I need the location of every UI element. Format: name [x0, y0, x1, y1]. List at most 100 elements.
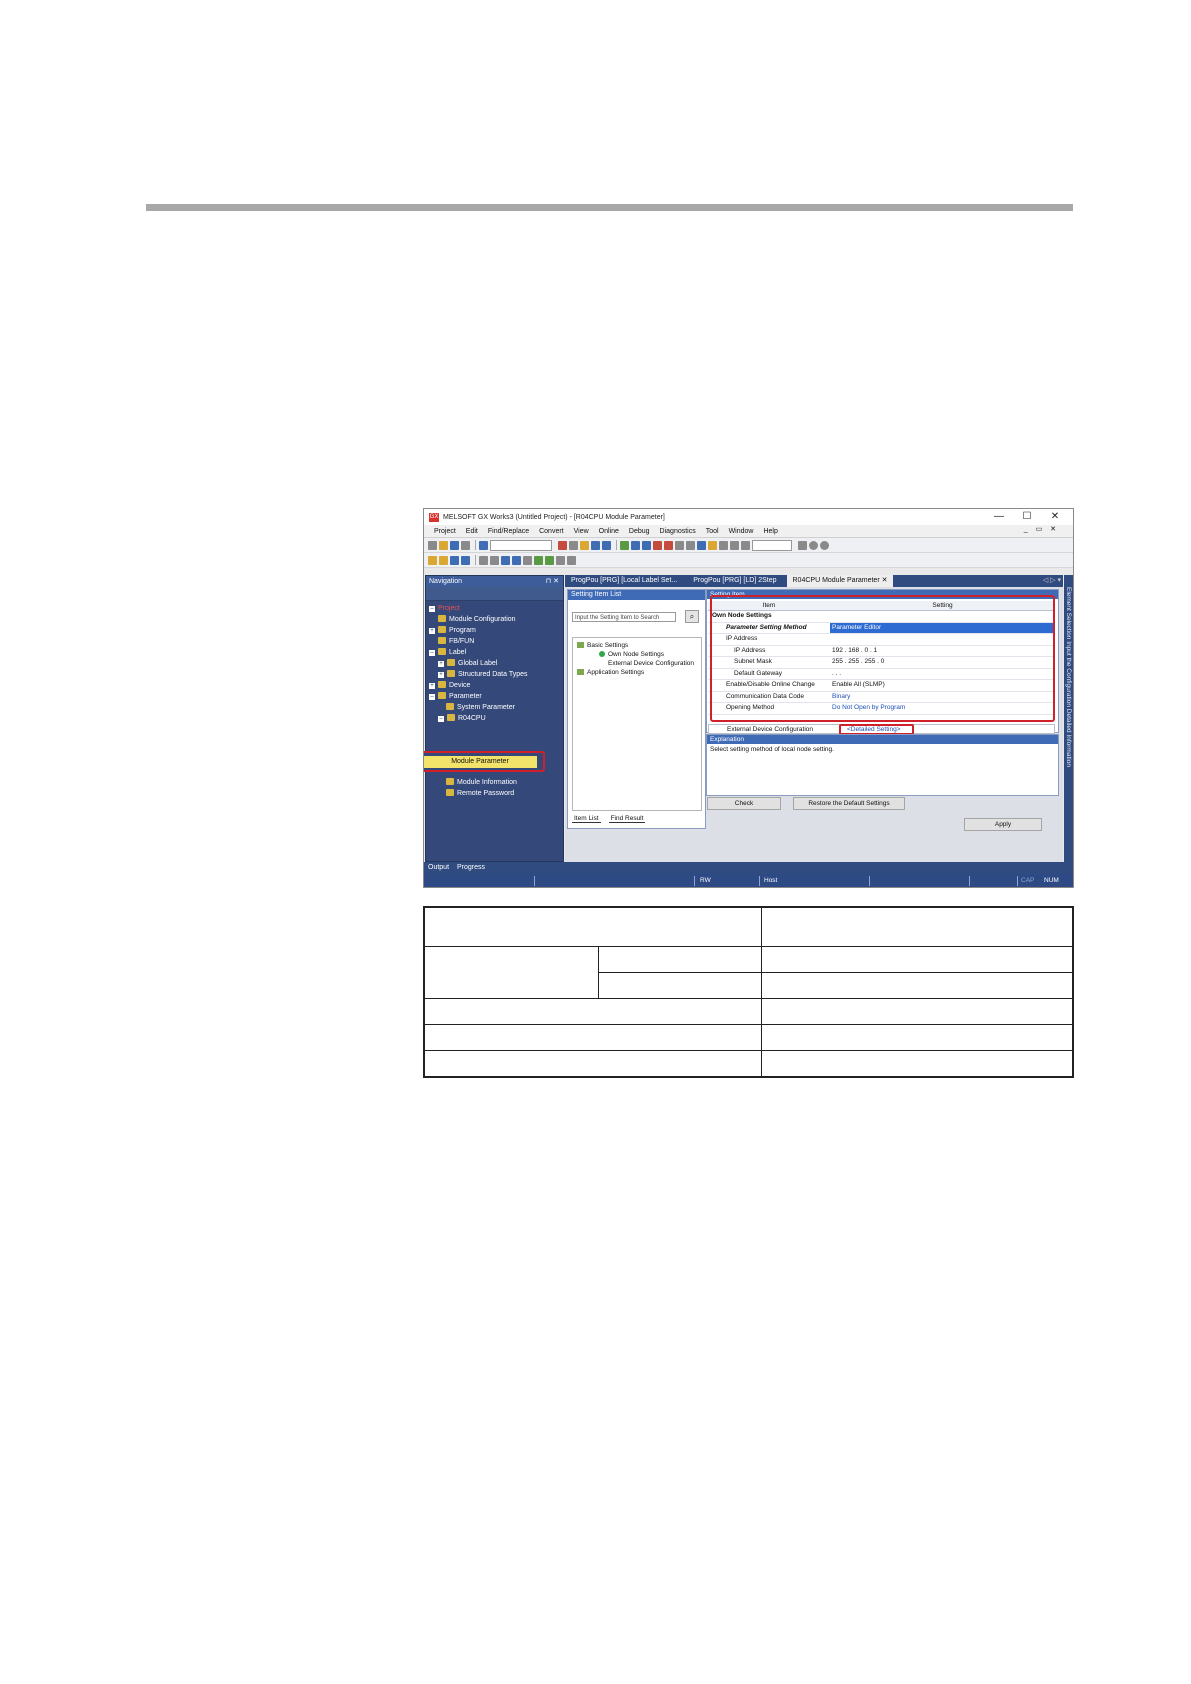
mdi-controls[interactable]: _ ▭ ✕: [1024, 525, 1059, 533]
collapse-icon[interactable]: –: [429, 650, 435, 656]
monitor-icon[interactable]: [653, 540, 662, 550]
undo-icon[interactable]: [591, 540, 600, 550]
convert-icon[interactable]: [620, 540, 629, 550]
open-icon[interactable]: [439, 540, 448, 550]
label-list-icon[interactable]: [512, 555, 521, 565]
nav-device[interactable]: + Device: [429, 680, 470, 691]
paste-icon[interactable]: [580, 540, 589, 550]
expand-icon[interactable]: +: [438, 661, 444, 667]
table-rule: [598, 946, 599, 998]
device-list-icon[interactable]: [501, 555, 510, 565]
zoom-out-icon[interactable]: [741, 540, 750, 550]
zoom-combo[interactable]: [752, 539, 792, 551]
progress-tab[interactable]: Progress: [457, 864, 485, 871]
nav-module-configuration[interactable]: Module Configuration: [438, 614, 516, 625]
menu-tool[interactable]: Tool: [706, 528, 719, 535]
cross-ref-icon[interactable]: [490, 555, 499, 565]
tab-local-label[interactable]: ProgPou [PRG] [Local Label Set...: [565, 575, 683, 587]
diag-icon[interactable]: [708, 540, 717, 550]
menu-window[interactable]: Window: [729, 528, 754, 535]
menu-diagnostics[interactable]: Diagnostics: [660, 528, 696, 535]
new-icon[interactable]: [428, 540, 437, 550]
nav-r04cpu[interactable]: – R04CPU: [438, 713, 486, 724]
menu-debug[interactable]: Debug: [629, 528, 650, 535]
tool-icon[interactable]: [556, 555, 565, 565]
toolbar-combo[interactable]: [490, 539, 552, 551]
external-device-row[interactable]: External Device Configuration <Detailed …: [708, 724, 1055, 735]
nav-fb-fun[interactable]: FB/FUN: [438, 636, 474, 647]
menu-find-replace[interactable]: Find/Replace: [488, 528, 529, 535]
save-icon[interactable]: [450, 540, 459, 550]
search-icon[interactable]: [719, 540, 728, 550]
find-icon[interactable]: [479, 555, 488, 565]
nav-module-information[interactable]: Module Information: [446, 777, 517, 788]
table-rule: [761, 908, 762, 1076]
module-config-icon[interactable]: [439, 555, 448, 565]
apply-button[interactable]: Apply: [964, 818, 1042, 831]
tab-progpou-ld[interactable]: ProgPou [PRG] [LD] 2Step: [687, 575, 782, 587]
window-split-icon[interactable]: [461, 555, 470, 565]
collapse-icon[interactable]: –: [438, 716, 444, 722]
layout-icon[interactable]: [798, 540, 807, 550]
binoculars-icon[interactable]: ⌕: [685, 610, 699, 623]
write-icon[interactable]: [642, 540, 651, 550]
verify-icon[interactable]: [534, 555, 543, 565]
nav-project-root[interactable]: – Project: [429, 603, 460, 614]
expand-icon[interactable]: +: [429, 683, 435, 689]
read-icon[interactable]: [631, 540, 640, 550]
rail-label[interactable]: Element Selection Input the Configuratio…: [1065, 587, 1072, 767]
nav-structured-data-types[interactable]: + Structured Data Types: [438, 669, 528, 680]
check-button[interactable]: Check: [707, 797, 781, 810]
copy-icon[interactable]: [569, 540, 578, 550]
output-tab[interactable]: Output: [428, 864, 449, 871]
tree-own-node-settings[interactable]: Own Node Settings: [599, 651, 664, 658]
nav-module-parameter[interactable]: Module Parameter: [424, 756, 537, 768]
tree-basic-settings[interactable]: Basic Settings: [577, 642, 628, 649]
monitor-stop-icon[interactable]: [664, 540, 673, 550]
check-ok-icon[interactable]: [809, 540, 818, 550]
option-icon[interactable]: [567, 555, 576, 565]
menu-view[interactable]: View: [574, 528, 589, 535]
settings-icon[interactable]: [545, 555, 554, 565]
expand-icon[interactable]: +: [429, 628, 435, 634]
menu-edit[interactable]: Edit: [466, 528, 478, 535]
tab-scroll-controls[interactable]: ◁ ▷ ▾: [1043, 575, 1061, 587]
menu-project[interactable]: Project: [434, 528, 456, 535]
menu-online[interactable]: Online: [599, 528, 619, 535]
collapse-icon[interactable]: –: [429, 694, 435, 700]
restore-default-button[interactable]: Restore the Default Settings: [793, 797, 905, 810]
nav-remote-password[interactable]: Remote Password: [446, 788, 514, 799]
minimize-button[interactable]: —: [985, 509, 1013, 525]
print-icon[interactable]: [461, 540, 470, 550]
window-layout-icon[interactable]: [450, 555, 459, 565]
menu-help[interactable]: Help: [763, 528, 777, 535]
collapse-icon[interactable]: –: [429, 606, 435, 612]
help-icon[interactable]: [479, 540, 488, 550]
nav-program[interactable]: + Program: [429, 625, 476, 636]
device-icon[interactable]: [675, 540, 684, 550]
project-tree-icon[interactable]: [428, 555, 437, 565]
close-button[interactable]: ✕: [1041, 509, 1069, 525]
expand-icon[interactable]: +: [438, 672, 444, 678]
search-input[interactable]: Input the Setting Item to Search: [572, 612, 676, 622]
buffer-icon[interactable]: [686, 540, 695, 550]
cut-icon[interactable]: [558, 540, 567, 550]
check-all-icon[interactable]: [820, 540, 829, 550]
zoom-in-icon[interactable]: [730, 540, 739, 550]
tab-item-list[interactable]: Item List: [572, 815, 601, 823]
output-bar: Output Progress: [424, 862, 1073, 874]
tree-external-device-configuration[interactable]: External Device Configuration: [608, 660, 694, 667]
tree-application-settings[interactable]: Application Settings: [577, 669, 644, 676]
nav-label[interactable]: – Label: [429, 647, 466, 658]
pane-pin-close[interactable]: ⊓ ✕: [546, 576, 559, 587]
redo-icon[interactable]: [602, 540, 611, 550]
batch-icon[interactable]: [523, 555, 532, 565]
tab-module-parameter[interactable]: R04CPU Module Parameter ✕: [786, 575, 894, 587]
nav-parameter[interactable]: – Parameter: [429, 691, 482, 702]
maximize-button[interactable]: ☐: [1013, 509, 1041, 525]
nav-global-label[interactable]: + Global Label: [438, 658, 497, 669]
menu-convert[interactable]: Convert: [539, 528, 564, 535]
tab-find-result[interactable]: Find Result: [608, 815, 646, 823]
simulate-icon[interactable]: [697, 540, 706, 550]
nav-system-parameter[interactable]: System Parameter: [446, 702, 515, 713]
